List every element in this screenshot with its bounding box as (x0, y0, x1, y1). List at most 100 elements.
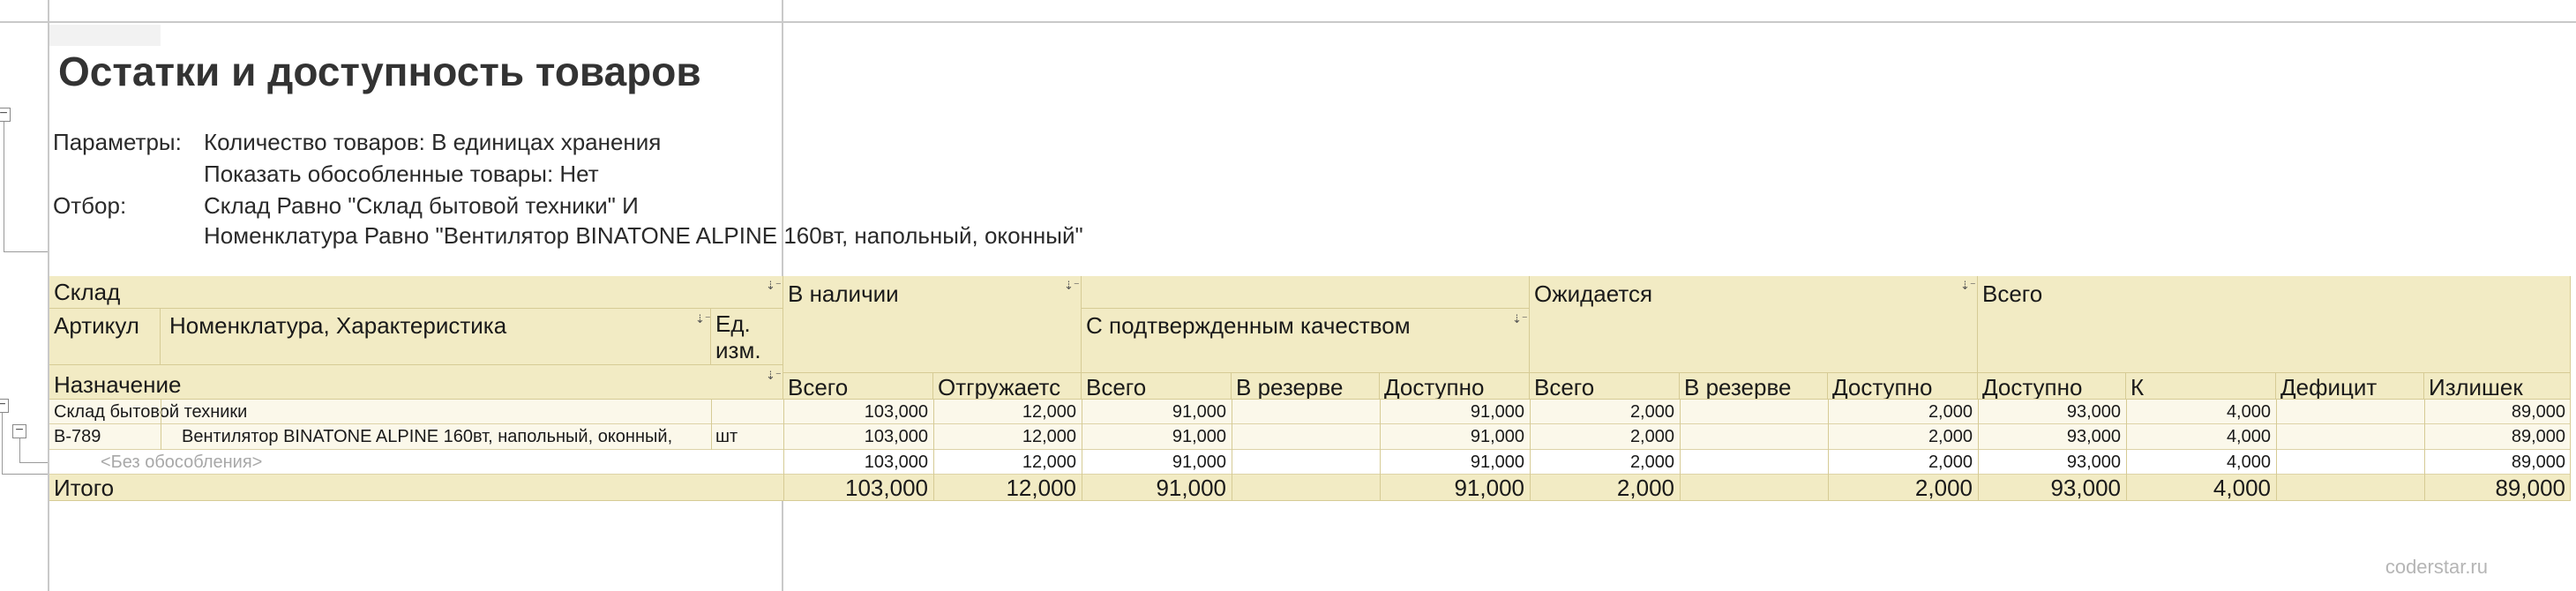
cell-value: 93,000 (2066, 427, 2121, 446)
cell-value: 2,000 (1629, 453, 1674, 472)
cell-value: 91,000 (1470, 427, 1524, 446)
cell-value: 91,000 (1172, 453, 1226, 472)
report-title: Остатки и доступность товаров (58, 49, 701, 94)
cell-value (1232, 424, 1380, 450)
cell-value: 12,000 (1006, 475, 1076, 501)
sort-icon[interactable]: ⇣⁻ (766, 370, 782, 381)
cell-value: 93,000 (2066, 402, 2121, 422)
sort-icon[interactable]: ⇣⁻ (695, 313, 711, 325)
cell-value: 2,000 (1928, 402, 1973, 422)
tree-collapse-icon[interactable]: − (0, 398, 9, 413)
cell-value (1680, 424, 1828, 450)
grid-line (1380, 400, 1381, 501)
header-nomenclature[interactable]: Номенклатура, Характеристика (161, 309, 711, 365)
cell-value (2276, 424, 2424, 450)
col-total-k[interactable]: К (2126, 373, 2276, 400)
cell-value: 93,000 (2050, 475, 2121, 501)
cell-value: 91,000 (1470, 402, 1524, 422)
filter-nomenclature: Номенклатура Равно "Вентилятор BINATONE … (204, 222, 1083, 249)
col-quality-reserved[interactable]: В резерве (1232, 373, 1380, 400)
table-row[interactable]: <Без обособления> 103,000 12,000 91,000 … (49, 450, 2571, 475)
col-shipping[interactable]: Отгружаетс (933, 373, 1082, 400)
header-warehouse[interactable]: Склад (49, 276, 783, 309)
col-quality-available[interactable]: Доступно (1380, 373, 1530, 400)
cell-value (1680, 475, 1828, 501)
cell-value: 91,000 (1156, 475, 1226, 501)
col-expected-reserved[interactable]: В резерве (1680, 373, 1828, 400)
filter-warehouse: Склад Равно "Склад бытовой техники" И (204, 192, 639, 219)
cell-value: 2,000 (1629, 427, 1674, 446)
table-row-total[interactable]: Итого 103,000 12,000 91,000 91,000 2,000… (49, 475, 2571, 501)
cell-value (2276, 450, 2424, 475)
table-row[interactable]: В-789 Вентилятор BINATONE ALPINE 160вт, … (49, 424, 2571, 450)
cell-value: 2,000 (1616, 475, 1674, 501)
tree-collapse-icon[interactable]: − (12, 423, 26, 438)
header-expected[interactable]: Ожидается (1530, 276, 1978, 373)
col-expected-available[interactable]: Доступно (1828, 373, 1978, 400)
cell-value: 103,000 (864, 427, 928, 446)
sort-icon[interactable]: ⇣⁻ (1512, 313, 1528, 325)
sheet-tab-area (49, 25, 161, 46)
tree-collapse-icon[interactable]: − (0, 107, 11, 122)
outline-line (2, 413, 3, 475)
cell-value: 2,000 (1914, 475, 1973, 501)
group-label: Склад бытовой техники (54, 402, 248, 422)
params-label: Параметры: (53, 129, 182, 155)
grid-line (1530, 400, 1531, 501)
cell-value: 89,000 (2511, 402, 2565, 422)
header-in-stock[interactable]: В наличии (783, 276, 1082, 373)
grid-line (2424, 400, 2425, 501)
table-row-group[interactable]: Склад бытовой техники 103,000 12,000 91,… (49, 400, 2571, 424)
cell-value (1232, 400, 1380, 424)
sort-icon[interactable]: ⇣⁻ (766, 280, 782, 291)
outline-line (2, 474, 48, 475)
item-unit: шт (715, 427, 738, 446)
cell-value: 2,000 (1629, 402, 1674, 422)
cell-value: 12,000 (1022, 427, 1076, 446)
col-total-available[interactable]: Доступно (1978, 373, 2126, 400)
sub-label: <Без обособления> (101, 453, 263, 472)
cell-value (1680, 450, 1828, 475)
col-quality-total[interactable]: Всего (1082, 373, 1232, 400)
cell-value: 2,000 (1928, 427, 1973, 446)
item-article: В-789 (54, 427, 101, 446)
top-frame-line (0, 21, 2576, 23)
cell-value: 12,000 (1022, 402, 1076, 422)
cell-value: 91,000 (1172, 402, 1226, 422)
cell-value: 4,000 (2226, 427, 2271, 446)
cell-value: 12,000 (1022, 453, 1076, 472)
cell-value (2276, 400, 2424, 424)
sort-icon[interactable]: ⇣⁻ (1960, 280, 1976, 291)
col-surplus[interactable]: Излишек (2424, 373, 2571, 400)
report-table: Склад ⇣⁻ Артикул Номенклатура, Характери… (49, 276, 2571, 501)
param-quantity: Количество товаров: В единицах хранения (204, 129, 662, 155)
total-label: Итого (54, 475, 115, 501)
param-separated: Показать обособленные товары: Нет (204, 161, 599, 187)
header-purpose[interactable]: Назначение (49, 365, 783, 400)
cell-value: 4,000 (2213, 475, 2271, 501)
col-stock-total[interactable]: Всего (783, 373, 933, 400)
cell-value: 4,000 (2226, 453, 2271, 472)
col-expected-total[interactable]: Всего (1530, 373, 1680, 400)
outline-line (19, 462, 48, 463)
grid-line (2126, 400, 2127, 501)
header-confirmed-quality[interactable]: С подтвержденным качеством (1082, 309, 1530, 373)
outline-line (4, 251, 48, 252)
col-deficit[interactable]: Дефицит (2276, 373, 2424, 400)
grid-line (783, 400, 784, 501)
grid-line (1828, 400, 1829, 501)
cell-value (1232, 450, 1380, 475)
grid-line (711, 400, 712, 450)
header-article[interactable]: Артикул (49, 309, 161, 365)
header-total[interactable]: Всего (1978, 276, 2571, 373)
sort-icon[interactable]: ⇣⁻ (1064, 280, 1080, 291)
cell-value (1232, 475, 1380, 501)
cell-value (1680, 400, 1828, 424)
cell-value: 2,000 (1928, 453, 1973, 472)
grid-line (933, 400, 934, 501)
cell-value: 103,000 (864, 402, 928, 422)
grid-line (1680, 400, 1681, 501)
header-unit[interactable]: Ед. изм. (711, 309, 783, 365)
cell-value: 91,000 (1470, 453, 1524, 472)
cell-value: 89,000 (2495, 475, 2565, 501)
